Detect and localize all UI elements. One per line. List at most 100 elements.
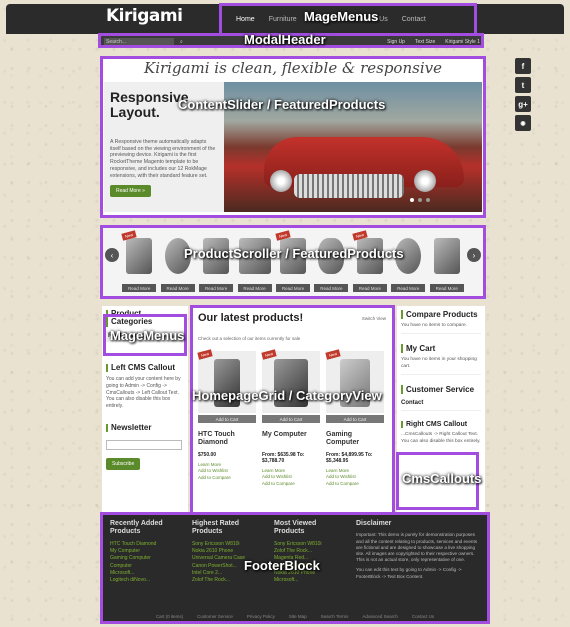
new-badge: New <box>325 349 341 360</box>
footer-link[interactable]: Sony Ericsson W810i <box>192 541 266 548</box>
new-badge: New <box>261 349 277 360</box>
add-to-cart-button[interactable]: Add to Cart <box>326 415 384 423</box>
add-to-compare-link[interactable]: Add to Compare <box>262 481 320 487</box>
product-name[interactable]: Gaming Computer <box>326 431 384 448</box>
nav-item-contact[interactable]: Contact <box>402 16 426 23</box>
footer-link[interactable]: Microsoft... <box>110 570 184 577</box>
contact-link[interactable]: Contact <box>401 400 481 406</box>
scroller-item[interactable]: Read More <box>199 232 234 292</box>
text-size-control[interactable]: Text Size <box>415 39 435 45</box>
footer-disclaimer-edit: You can edit this text by going to Admin… <box>356 567 462 579</box>
scroller-item[interactable]: New Read More <box>275 230 310 292</box>
product-price: $750.00 <box>198 452 217 458</box>
product-image[interactable]: New <box>325 349 384 413</box>
site-logo[interactable]: Kirigami <box>106 6 183 26</box>
footer-link[interactable]: Zolof The Rock... <box>192 577 266 584</box>
product-price: From: $4,899.95 To: $5,348.95 <box>326 452 373 464</box>
footer-bottom-link[interactable]: Advanced Search <box>362 614 398 624</box>
footer-rated-title: Highest Rated Products <box>192 520 240 536</box>
twitter-icon[interactable]: t <box>515 77 531 93</box>
scroller-item[interactable]: Read More <box>429 232 464 292</box>
latest-products-title: Our latest products! <box>198 312 304 324</box>
nav-item-furniture[interactable]: Furniture <box>269 16 297 23</box>
nav-item-home[interactable]: Home <box>236 16 255 23</box>
footer-link[interactable]: Gaming Computer <box>110 555 184 562</box>
footer-link[interactable]: Sony Ericsson W810i <box>274 541 348 548</box>
footer-recent-column: Recently Added Products HTC Touch Diamon… <box>110 520 184 616</box>
product-image[interactable]: New <box>197 349 256 413</box>
scroller-item[interactable]: New Read More <box>121 230 157 292</box>
read-more-button[interactable]: Read More <box>275 284 310 292</box>
scroller-prev-icon[interactable]: ‹ <box>105 248 119 262</box>
scroller-next-icon[interactable]: › <box>467 248 481 262</box>
read-more-button[interactable]: Read More <box>122 284 157 292</box>
footer-link[interactable]: HTC Touch Diamond <box>110 541 184 548</box>
scroller-item[interactable]: Read More <box>314 232 349 292</box>
scroller-item[interactable]: New Read More <box>351 230 387 292</box>
slider-pagination[interactable] <box>410 198 430 202</box>
compare-title: Compare Products <box>401 310 481 319</box>
read-more-button[interactable]: Read More <box>314 284 349 292</box>
product-scroller: New Read More Read More Read More Read Mo… <box>102 228 484 296</box>
annotation-label: FooterBlock <box>244 558 320 573</box>
read-more-button[interactable]: Read More <box>391 284 426 292</box>
compare-text: You have no items to compare. <box>401 323 467 328</box>
footer-link[interactable]: My Computer <box>110 548 184 555</box>
footer-link[interactable]: Nokia 2610 Phone <box>192 548 266 555</box>
hero-tagline: Kirigami is clean, flexible & responsive <box>144 59 442 77</box>
annotation-label: ContentSlider / FeaturedProducts <box>178 97 386 112</box>
read-more-button[interactable]: Read More <box>429 284 464 292</box>
cart-block: My Cart You have no items in your shoppi… <box>401 344 481 376</box>
footer-recent-title: Recently Added Products <box>110 520 163 536</box>
left-callout-title: Left CMS Callout <box>106 363 184 373</box>
read-more-button[interactable]: Read More <box>199 284 234 292</box>
footer-bottom-link[interactable]: Privacy Policy <box>247 614 275 624</box>
product-image[interactable]: New <box>261 349 320 413</box>
read-more-button[interactable]: Read More <box>160 284 195 292</box>
read-more-button[interactable]: Read More <box>237 284 272 292</box>
annotation-label: ProductScroller / FeaturedProducts <box>184 246 404 261</box>
footer-bottom-link[interactable]: Cart (0 items) <box>156 614 183 624</box>
subscribe-button[interactable]: Subscribe <box>106 458 141 471</box>
add-to-cart-button[interactable]: Add to Cart <box>262 415 320 423</box>
newsletter-title: Newsletter <box>106 423 184 433</box>
footer-link[interactable]: Zolof The Rock... <box>274 548 348 555</box>
add-to-cart-button[interactable]: Add to Cart <box>198 415 256 423</box>
right-callout-body: ...CmsCallouts -> Right Callout Text. Yo… <box>401 432 481 444</box>
product-card: New Add to Cart Gaming Computer From: $4… <box>325 349 384 487</box>
add-to-compare-link[interactable]: Add to Compare <box>198 475 256 481</box>
left-callout-body: You can add your content here by going t… <box>106 376 181 410</box>
product-name[interactable]: My Computer <box>262 431 320 448</box>
style-select[interactable]: Kirigami Style 1 <box>445 39 480 45</box>
main-title-row: Our latest products! Switch View <box>198 312 386 324</box>
hero-read-more-button[interactable]: Read More » <box>110 185 151 198</box>
search-icon[interactable]: ⌕ <box>180 39 183 45</box>
annotation-label: ModalHeader <box>244 32 326 47</box>
product-name[interactable]: HTC Touch Diamond <box>198 431 256 448</box>
right-callout-title: Right CMS Callout <box>401 421 481 429</box>
scroller-item[interactable]: Read More <box>160 232 195 292</box>
signup-link[interactable]: Sign Up <box>387 39 405 45</box>
footer-bottom-link[interactable]: Contact Us <box>412 614 434 624</box>
footer-link[interactable]: Microsoft... <box>274 577 348 584</box>
new-badge: New <box>197 349 213 360</box>
scroller-item[interactable]: Read More <box>237 232 272 292</box>
footer-bottom-link[interactable]: Customer Service <box>197 614 233 624</box>
rss-icon[interactable]: ◉ <box>515 115 531 131</box>
latest-products-subtitle: Check out a selection of our items curre… <box>198 336 301 341</box>
read-more-button[interactable]: Read More <box>352 284 387 292</box>
add-to-compare-link[interactable]: Add to Compare <box>326 481 384 487</box>
switch-view-toggle[interactable]: Switch View <box>362 316 386 321</box>
scroller-item[interactable]: Read More <box>391 232 426 292</box>
newsletter-email-input[interactable] <box>106 440 182 451</box>
footer-links-bar: Cart (0 items) Customer Service Privacy … <box>102 614 488 624</box>
facebook-icon[interactable]: f <box>515 58 531 74</box>
footer-link[interactable]: Logitech diNovo... <box>110 577 184 584</box>
footer-bottom-link[interactable]: Search Terms <box>321 614 349 624</box>
annotation-label: HomepageGrid / CategoryView <box>192 388 382 403</box>
google-plus-icon[interactable]: g+ <box>515 96 531 112</box>
footer-bottom-link[interactable]: Site Map <box>289 614 307 624</box>
footer-link[interactable]: Computer <box>110 563 184 570</box>
service-title: Customer Service <box>401 385 481 395</box>
search-input[interactable]: Search... <box>104 38 174 45</box>
